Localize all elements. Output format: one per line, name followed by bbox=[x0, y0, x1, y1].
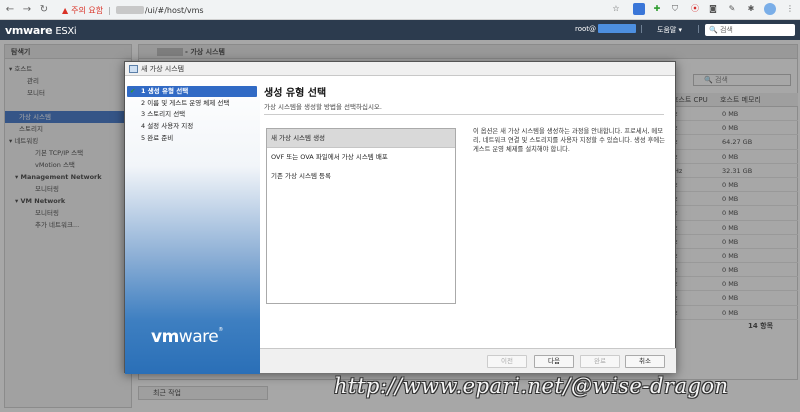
security-warning[interactable]: ▲ 주의 요함 bbox=[62, 5, 103, 16]
help-menu[interactable]: 도움말 ▾ bbox=[657, 25, 682, 35]
puzzle-icon[interactable]: ✱ bbox=[745, 3, 757, 15]
reload-icon[interactable]: ↻ bbox=[37, 3, 51, 17]
vmware-logo-vm: vm bbox=[151, 327, 179, 347]
user-menu[interactable]: root@ bbox=[575, 24, 637, 33]
header-search-label: 검색 bbox=[719, 26, 733, 34]
wizard-step-2[interactable]: 2 이름 및 게스트 운영 체제 선택 bbox=[127, 98, 257, 109]
wizard-step-1[interactable]: ✔ 1 생성 유형 선택 bbox=[127, 86, 257, 97]
type-register-existing-vm[interactable]: 기존 가상 시스템 등록 bbox=[267, 167, 455, 186]
forward-arrow-icon[interactable]: → bbox=[20, 3, 34, 17]
watermark-text: http://www.epari.net/@wise-dragon bbox=[334, 374, 729, 398]
user-prefix: root@ bbox=[575, 24, 597, 33]
back-arrow-icon[interactable]: ← bbox=[3, 3, 17, 17]
next-button[interactable]: 다음 bbox=[534, 355, 574, 368]
type-description: 이 옵션은 새 가상 시스템을 생성하는 과정을 안내합니다. 프로세서, 메모… bbox=[473, 128, 666, 153]
heading-divider bbox=[264, 114, 664, 115]
creation-type-list: 새 가상 시스템 생성 OVF 또는 OVA 파일에서 가상 시스템 배포 기존… bbox=[266, 128, 456, 304]
shield-icon[interactable]: ⛉ bbox=[669, 3, 681, 15]
dialog-title: 새 가상 시스템 bbox=[141, 65, 185, 73]
address-separator: | bbox=[108, 5, 111, 15]
wizard-step-label: 4 설정 사용자 지정 bbox=[141, 122, 194, 130]
check-icon: ✔ bbox=[130, 87, 136, 95]
wizard-step-3[interactable]: 3 스토리지 선택 bbox=[127, 109, 257, 120]
type-deploy-ovf-ova[interactable]: OVF 또는 OVA 파일에서 가상 시스템 배포 bbox=[267, 148, 455, 167]
esxi-logo: vmware ESXi bbox=[5, 23, 77, 37]
camera-icon[interactable]: ◙ bbox=[707, 3, 719, 15]
url-path: /ui/#/host/vms bbox=[144, 5, 204, 15]
wizard-footer: 이전 다음 완료 취소 bbox=[260, 348, 676, 373]
vmware-logo-ware: ware bbox=[178, 327, 219, 347]
esxi-logo-brand: vmware bbox=[5, 23, 53, 37]
edit-icon[interactable]: ✎ bbox=[726, 3, 738, 15]
virtual-machine-icon bbox=[129, 65, 138, 73]
wizard-step-label: 5 완료 준비 bbox=[141, 134, 174, 142]
bookmark-star-icon[interactable]: ☆ bbox=[610, 3, 622, 15]
wizard-step-label: 1 생성 유형 선택 bbox=[141, 87, 189, 95]
back-button[interactable]: 이전 bbox=[487, 355, 527, 368]
header-search-input[interactable]: 🔍 검색 bbox=[705, 24, 795, 36]
esxi-header: vmware ESXi root@ | 도움말 ▾ | 🔍 검색 bbox=[0, 20, 800, 40]
profile-avatar-icon[interactable] bbox=[764, 3, 776, 15]
wizard-content: 생성 유형 선택 가상 시스템을 생성할 방법을 선택하십시오. 새 가상 시스… bbox=[260, 77, 676, 348]
address-bar[interactable]: ▲ 주의 요함 | /ui/#/host/vms bbox=[62, 3, 622, 17]
menu-dots-icon[interactable]: ⋮ bbox=[784, 3, 796, 15]
security-warning-label: 주의 요함 bbox=[71, 5, 104, 15]
pinterest-icon[interactable]: ⦿ bbox=[689, 3, 701, 15]
header-separator: | bbox=[640, 24, 643, 33]
extension-icon[interactable] bbox=[633, 3, 645, 15]
cancel-button[interactable]: 취소 bbox=[625, 355, 665, 368]
dialog-titlebar: 새 가상 시스템 bbox=[125, 62, 675, 76]
redacted-host-user bbox=[598, 24, 637, 33]
wizard-step-label: 3 스토리지 선택 bbox=[141, 110, 186, 118]
extension-plus-icon[interactable]: ✚ bbox=[651, 3, 663, 15]
wizard-step-4[interactable]: 4 설정 사용자 지정 bbox=[127, 121, 257, 132]
vmware-logo: vmware® bbox=[151, 327, 223, 347]
step-heading: 생성 유형 선택 bbox=[264, 88, 327, 99]
step-subheading: 가상 시스템을 생성할 방법을 선택하십시오. bbox=[264, 103, 382, 111]
wizard-step-5[interactable]: 5 완료 준비 bbox=[127, 133, 257, 144]
wizard-step-label: 2 이름 및 게스트 운영 체제 선택 bbox=[141, 99, 230, 107]
type-create-new-vm[interactable]: 새 가상 시스템 생성 bbox=[267, 129, 455, 148]
new-vm-dialog: 새 가상 시스템 ✔ 1 생성 유형 선택 2 이름 및 게스트 운영 체제 선… bbox=[124, 61, 676, 374]
browser-toolbar: ← → ↻ ▲ 주의 요함 | /ui/#/host/vms ☆ ✚ ⛉ ⦿ ◙… bbox=[0, 0, 800, 20]
finish-button[interactable]: 완료 bbox=[580, 355, 620, 368]
wizard-steps-panel: ✔ 1 생성 유형 선택 2 이름 및 게스트 운영 체제 선택 3 스토리지 … bbox=[125, 77, 260, 374]
redacted-host bbox=[115, 6, 144, 14]
esxi-logo-product: ESXi bbox=[55, 25, 77, 37]
warning-triangle-icon: ▲ bbox=[62, 5, 69, 15]
header-separator: | bbox=[697, 24, 700, 33]
